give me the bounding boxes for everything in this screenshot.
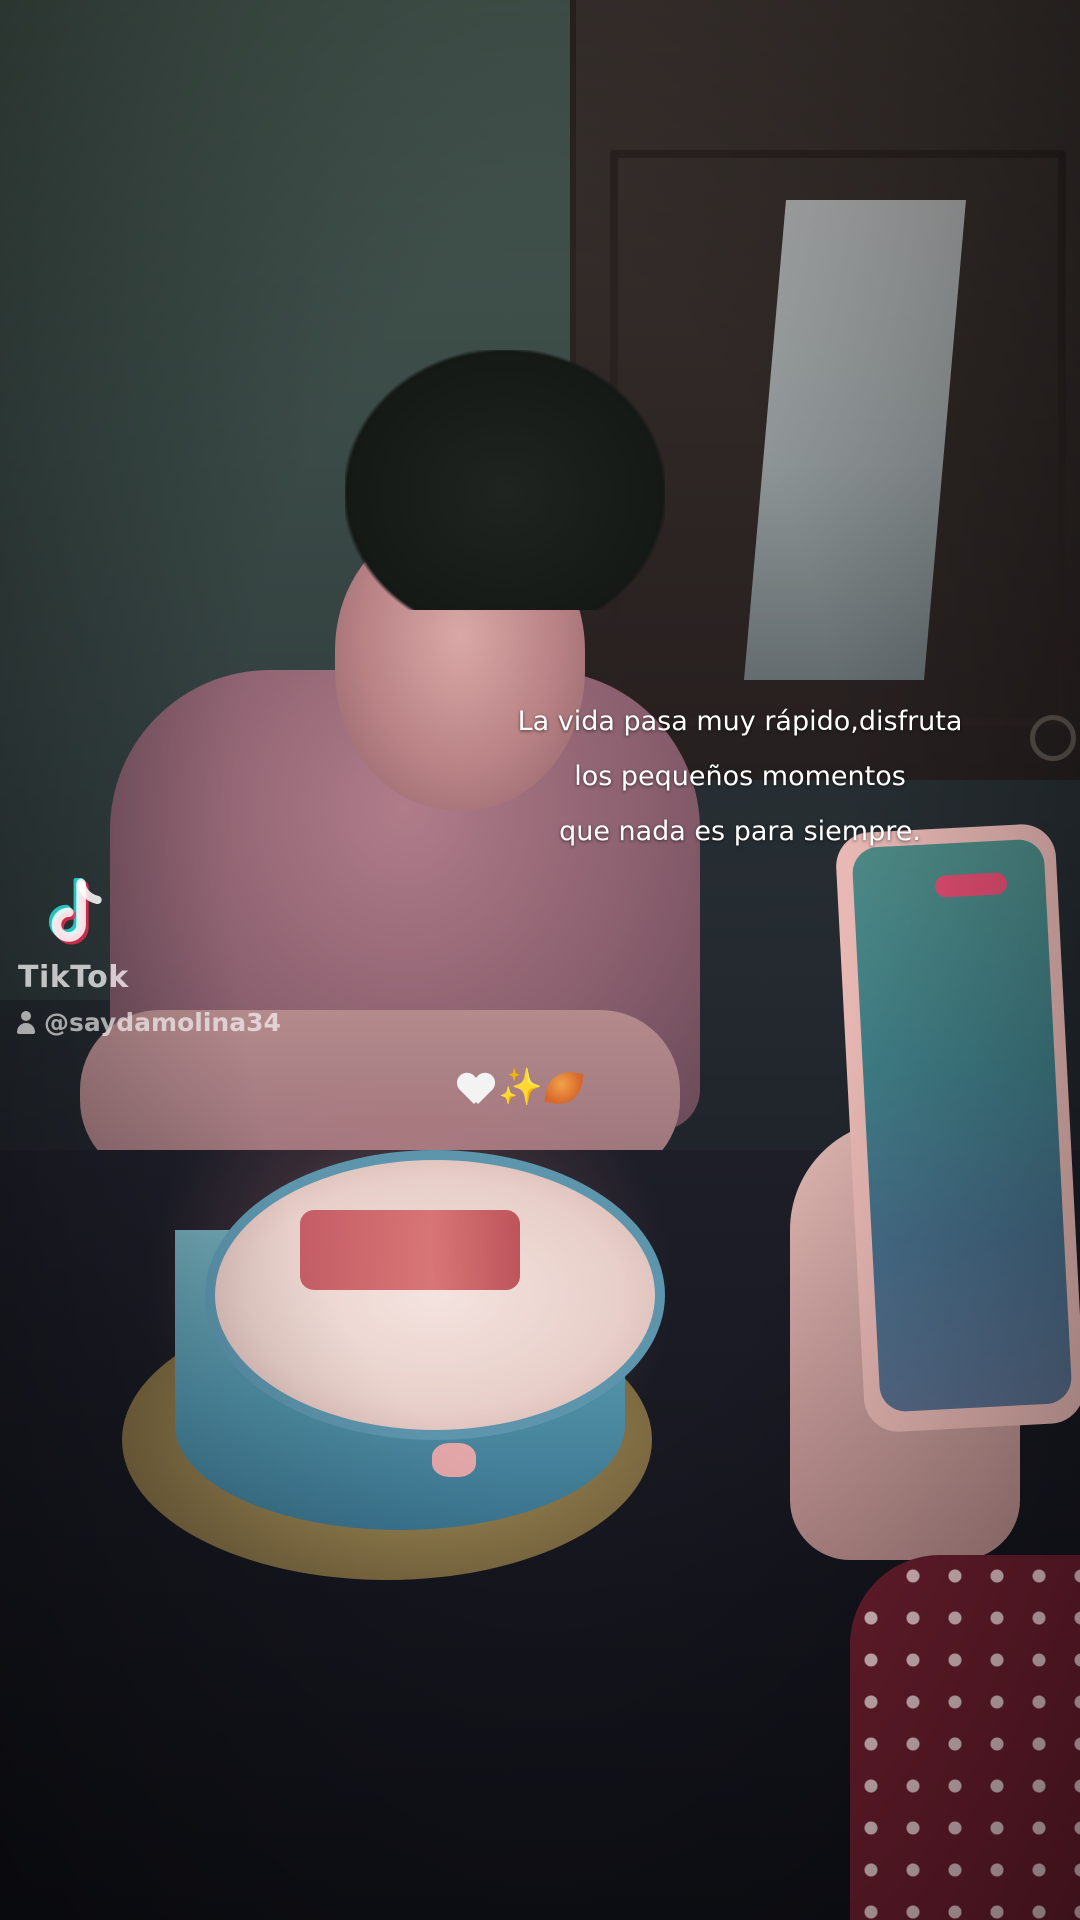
emoji-row: ✨	[458, 1065, 588, 1111]
video-caption: La vida pasa muy rápido,disfruta los peq…	[440, 694, 1040, 859]
user-icon	[16, 1010, 36, 1035]
caption-line-2: los pequeños momentos	[574, 761, 906, 792]
caption-line-1: La vida pasa muy rápido,disfruta	[517, 706, 963, 737]
sparkles-icon: ✨	[498, 1067, 543, 1108]
username-text: @saydamolina34	[44, 1008, 281, 1037]
watermark-username: @saydamolina34	[16, 1008, 281, 1037]
white-heart-icon	[458, 1072, 494, 1104]
tiktok-wordmark: TikTok	[18, 960, 129, 995]
fallen-leaf-icon	[544, 1068, 584, 1108]
vignette-overlay	[0, 0, 1080, 1920]
tiktok-logo-icon	[48, 878, 102, 945]
caption-line-3: que nada es para siempre.	[559, 816, 921, 847]
video-frame[interactable]: La vida pasa muy rápido,disfruta los peq…	[0, 0, 1080, 1920]
